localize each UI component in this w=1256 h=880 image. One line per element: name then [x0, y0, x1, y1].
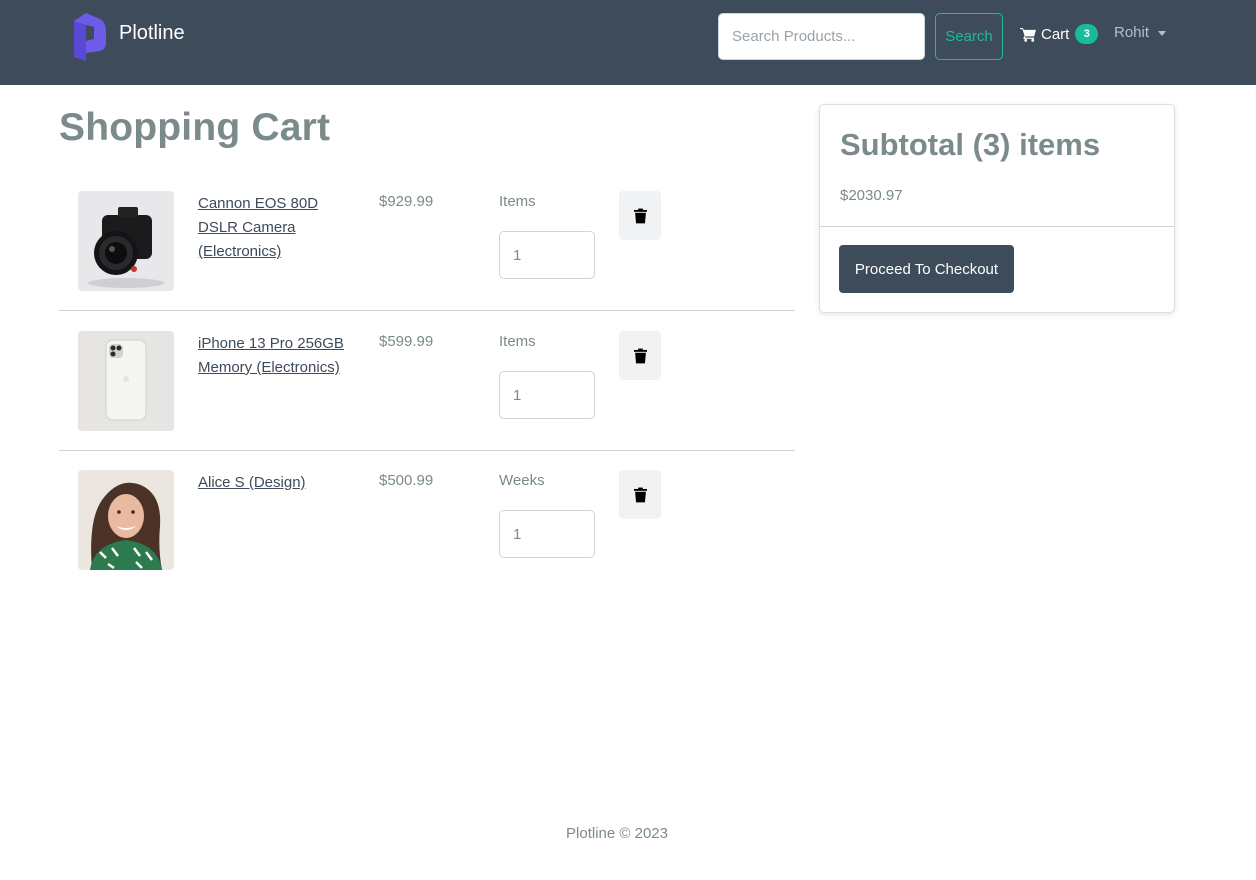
quantity-label: Items [499, 333, 536, 350]
brand-link[interactable]: Plotline [72, 11, 185, 61]
product-link[interactable]: iPhone 13 Pro 256GB Memory (Electronics) [198, 332, 360, 380]
phone-photo [78, 331, 174, 431]
user-name: Rohit [1114, 24, 1150, 41]
quantity-input[interactable] [499, 510, 595, 558]
product-price: $500.99 [379, 472, 434, 489]
cart-row: Cannon EOS 80D DSLR Camera (Electronics)… [59, 171, 795, 311]
person-photo [78, 470, 174, 570]
cart-row: iPhone 13 Pro 256GB Memory (Electronics)… [59, 311, 795, 451]
delete-item-button[interactable] [619, 470, 661, 519]
chevron-down-icon [1158, 30, 1167, 36]
search-button[interactable]: Search [935, 13, 1003, 60]
shopping-cart-icon [1020, 27, 1036, 42]
quantity-label: Weeks [499, 472, 545, 489]
proceed-to-checkout-button[interactable]: Proceed To Checkout [839, 245, 1014, 293]
brand-name: Plotline [119, 22, 185, 44]
subtotal-title: Subtotal (3) items [840, 127, 1101, 162]
cart-label: Cart [1041, 25, 1070, 43]
product-price: $929.99 [379, 193, 434, 210]
delete-item-button[interactable] [619, 331, 661, 380]
cart-count-badge: 3 [1075, 24, 1099, 44]
subtotal-card: Subtotal (3) items $2030.97 Proceed To C… [819, 104, 1175, 313]
trash-icon [633, 487, 647, 502]
plotline-logo-icon [74, 13, 106, 61]
page-title: Shopping Cart [59, 106, 331, 149]
trash-icon [633, 348, 647, 363]
camera-photo [78, 191, 174, 291]
camera-product-image[interactable] [78, 191, 174, 291]
quantity-input[interactable] [499, 371, 595, 419]
summary-divider [820, 226, 1174, 227]
product-link[interactable]: Alice S (Design) [198, 471, 360, 495]
delete-item-button[interactable] [619, 191, 661, 240]
quantity-input[interactable] [499, 231, 595, 279]
person-product-image[interactable] [78, 470, 174, 570]
search-input[interactable] [718, 13, 925, 60]
footer-copyright: Plotline © 2023 [566, 825, 668, 842]
quantity-label: Items [499, 193, 536, 210]
product-price: $599.99 [379, 333, 434, 350]
product-link[interactable]: Cannon EOS 80D DSLR Camera (Electronics) [198, 192, 360, 264]
trash-icon [633, 208, 647, 223]
phone-product-image[interactable] [78, 331, 174, 431]
cart-link[interactable]: Cart 3 [1020, 22, 1099, 46]
subtotal-amount: $2030.97 [840, 187, 903, 204]
cart-row: Alice S (Design) $500.99 Weeks [59, 450, 795, 590]
user-menu-dropdown[interactable]: Rohit [1114, 24, 1167, 41]
navbar: Plotline Search Cart 3 Rohit [0, 0, 1256, 85]
